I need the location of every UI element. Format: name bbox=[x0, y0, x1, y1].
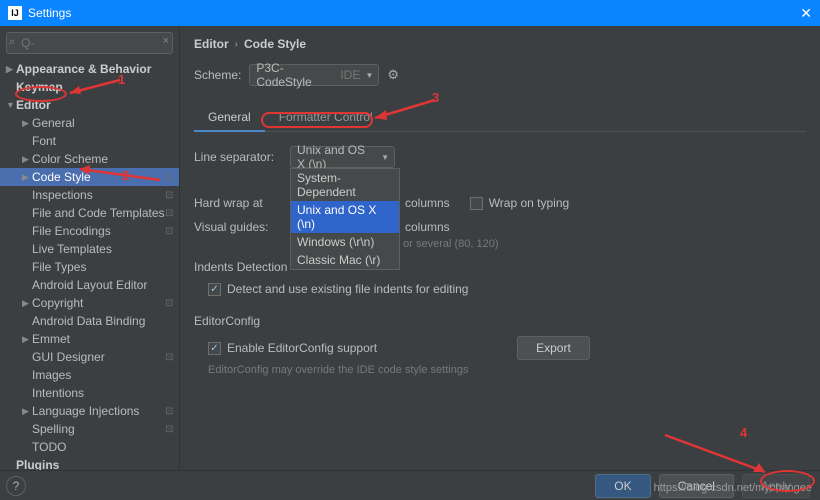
breadcrumb: Editor › Code Style bbox=[194, 34, 806, 54]
annotation-num-3: 3 bbox=[432, 90, 439, 105]
search-box: ⌕ × bbox=[6, 32, 173, 54]
close-icon[interactable]: ✕ bbox=[800, 5, 812, 22]
detect-indents-checkbox[interactable]: ✓ bbox=[208, 283, 221, 296]
sidebar: ⌕ × ▶Appearance & Behavior Keymap ▼Edito… bbox=[0, 26, 180, 474]
search-icon: ⌕ bbox=[9, 36, 15, 49]
tree-appearance[interactable]: ▶Appearance & Behavior bbox=[0, 60, 179, 78]
detect-indents-label: Detect and use existing file indents for… bbox=[227, 282, 468, 296]
editorconfig-hint: EditorConfig may override the IDE code s… bbox=[208, 364, 806, 376]
tree-file-code-templates[interactable]: File and Code Templates⊡ bbox=[0, 204, 179, 222]
visual-guides-label: Visual guides: bbox=[194, 220, 280, 234]
tree-general[interactable]: ▶General bbox=[0, 114, 179, 132]
tree-language-injections[interactable]: ▶Language Injections⊡ bbox=[0, 402, 179, 420]
tree-code-style[interactable]: ▶Code Style⊡ bbox=[0, 168, 179, 186]
watermark: https://blog.csdn.net/mychangee bbox=[654, 482, 812, 494]
search-input[interactable] bbox=[6, 32, 173, 54]
tab-formatter[interactable]: Formatter Control bbox=[265, 104, 387, 131]
line-separator-options: System-Dependent Unix and OS X (\n) Wind… bbox=[290, 168, 400, 270]
scheme-combo[interactable]: P3C-CodeStyleIDE▼ bbox=[249, 64, 379, 86]
crumb-editor[interactable]: Editor bbox=[194, 37, 229, 51]
tree-inspections[interactable]: Inspections⊡ bbox=[0, 186, 179, 204]
tab-general[interactable]: General bbox=[194, 104, 265, 132]
tree-spelling[interactable]: Spelling⊡ bbox=[0, 420, 179, 438]
app-icon: IJ bbox=[8, 6, 22, 20]
wrap-typing-label: Wrap on typing bbox=[489, 196, 570, 210]
hard-wrap-label: Hard wrap at bbox=[194, 196, 280, 210]
ok-button[interactable]: OK bbox=[595, 474, 650, 498]
tree-copyright[interactable]: ▶Copyright⊡ bbox=[0, 294, 179, 312]
wrap-typing-checkbox[interactable] bbox=[470, 197, 483, 210]
settings-tree: ▶Appearance & Behavior Keymap ▼Editor ▶G… bbox=[0, 60, 179, 474]
visual-guides-unit: columns bbox=[405, 220, 450, 234]
editorconfig-label: Enable EditorConfig support bbox=[227, 341, 377, 355]
cfg-icon: ⊡ bbox=[165, 172, 175, 183]
annotation-num-1: 1 bbox=[118, 72, 125, 87]
tree-font[interactable]: Font bbox=[0, 132, 179, 150]
tree-file-encodings[interactable]: File Encodings⊡ bbox=[0, 222, 179, 240]
tabs: General Formatter Control bbox=[194, 104, 806, 132]
tree-android-layout[interactable]: Android Layout Editor bbox=[0, 276, 179, 294]
crumb-code-style: Code Style bbox=[244, 37, 306, 51]
opt-windows[interactable]: Windows (\r\n) bbox=[291, 233, 399, 251]
export-button[interactable]: Export bbox=[517, 336, 590, 360]
tree-todo[interactable]: TODO bbox=[0, 438, 179, 456]
opt-system[interactable]: System-Dependent bbox=[291, 169, 399, 201]
tree-intentions[interactable]: Intentions bbox=[0, 384, 179, 402]
clear-icon[interactable]: × bbox=[163, 35, 169, 47]
tree-editor[interactable]: ▼Editor bbox=[0, 96, 179, 114]
help-button[interactable]: ? bbox=[6, 476, 26, 496]
editorconfig-title: EditorConfig bbox=[194, 314, 806, 328]
hard-wrap-unit: columns bbox=[405, 196, 450, 210]
annotation-num-2: 2 bbox=[122, 168, 129, 183]
chevron-right-icon: › bbox=[235, 39, 238, 50]
annotation-num-4: 4 bbox=[740, 425, 747, 440]
chevron-down-icon: ▼ bbox=[381, 153, 389, 162]
tree-keymap[interactable]: Keymap bbox=[0, 78, 179, 96]
tree-android-data[interactable]: Android Data Binding bbox=[0, 312, 179, 330]
window-title: Settings bbox=[28, 6, 71, 20]
opt-classic-mac[interactable]: Classic Mac (\r) bbox=[291, 251, 399, 269]
titlebar: IJ Settings ✕ bbox=[0, 0, 820, 26]
tree-gui-designer[interactable]: GUI Designer⊡ bbox=[0, 348, 179, 366]
indents-title: Indents Detection bbox=[194, 260, 806, 274]
main-panel: Editor › Code Style Scheme: P3C-CodeStyl… bbox=[180, 26, 820, 474]
tree-images[interactable]: Images bbox=[0, 366, 179, 384]
tree-file-types[interactable]: File Types bbox=[0, 258, 179, 276]
scheme-label: Scheme: bbox=[194, 68, 241, 82]
editorconfig-checkbox[interactable]: ✓ bbox=[208, 342, 221, 355]
chevron-down-icon: ▼ bbox=[365, 71, 373, 80]
opt-unix[interactable]: Unix and OS X (\n) bbox=[291, 201, 399, 233]
line-separator-dropdown[interactable]: Unix and OS X (\n)▼ System-Dependent Uni… bbox=[290, 146, 395, 168]
tree-emmet[interactable]: ▶Emmet bbox=[0, 330, 179, 348]
line-separator-label: Line separator: bbox=[194, 150, 280, 164]
tree-color-scheme[interactable]: ▶Color Scheme bbox=[0, 150, 179, 168]
tree-live-templates[interactable]: Live Templates bbox=[0, 240, 179, 258]
gear-icon[interactable]: ⚙ bbox=[387, 67, 399, 83]
